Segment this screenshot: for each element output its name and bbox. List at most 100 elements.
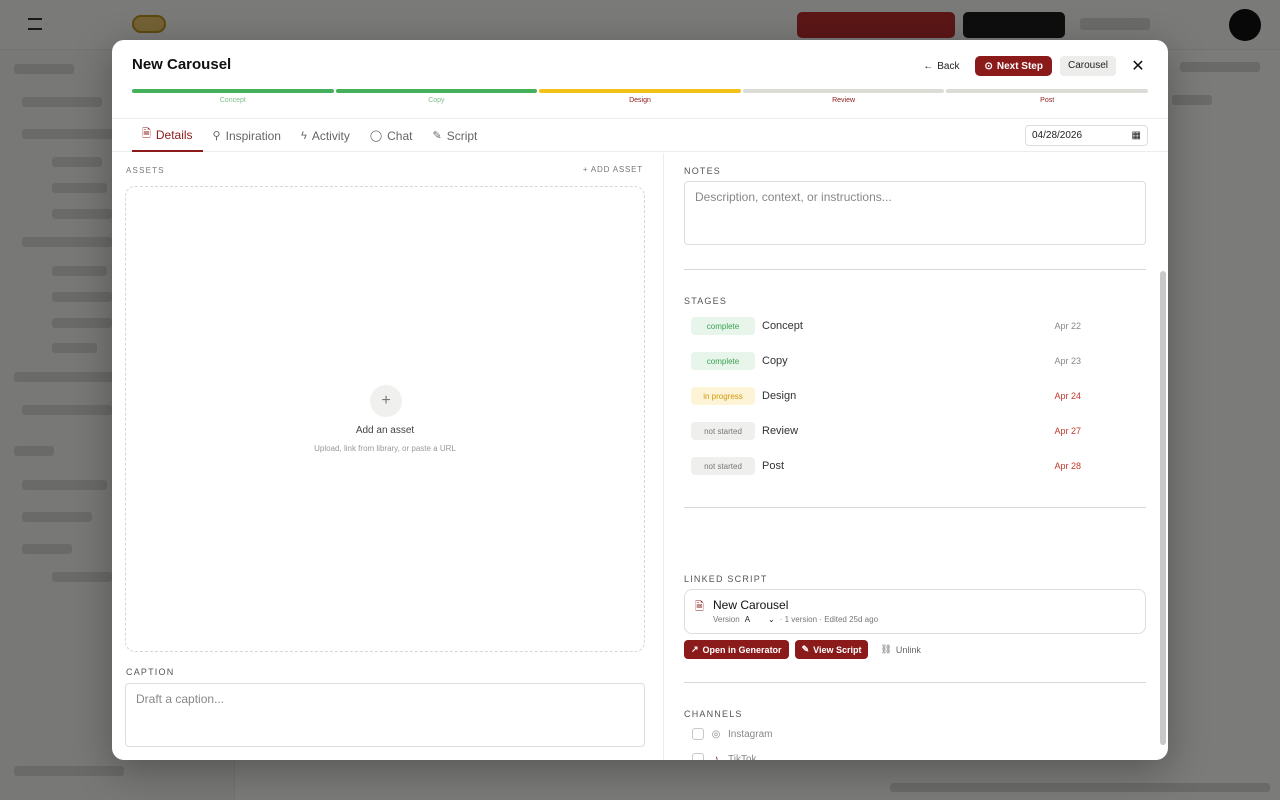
stage-date[interactable]: Apr 27 [1054, 426, 1081, 436]
stage-row[interactable]: complete Copy Apr 23 [691, 351, 1081, 371]
linked-script-label: LINKED SCRIPT [684, 574, 768, 584]
version-value: A [744, 615, 751, 624]
tab-script[interactable]: ✎ Script [423, 119, 488, 152]
progress-step: Review [742, 89, 945, 104]
tab-chat[interactable]: ◯ Chat [360, 119, 423, 152]
channel-label: TikTok [728, 753, 757, 761]
tab-bar: 🗎 Details ⚲ Inspiration ϟ Activity ◯ Chat ✎ Scrip… [112, 118, 1168, 152]
tab-inspiration[interactable]: ⚲ Inspiration [203, 119, 291, 152]
caption-label: CAPTION [126, 667, 175, 677]
version-label: Version [713, 615, 740, 624]
pin-icon: ⚲ [212, 130, 221, 142]
chevron-down-icon: ⌄ [768, 615, 775, 624]
content-modal: New Carousel ← Back ⊙ Next Step Carousel… [112, 40, 1168, 760]
unlink-button[interactable]: ⛓ Unlink [880, 644, 920, 655]
open-in-generator-button[interactable]: ↗ Open in Generator [684, 640, 789, 659]
scrollbar[interactable] [1160, 271, 1166, 745]
linked-script-meta: Version A ⌄ · 1 version · Edited 25d ago [713, 615, 878, 624]
progress-step: Post [946, 89, 1148, 104]
channel-tiktok: ♪ TikTok [692, 753, 757, 760]
tab-label: Chat [387, 128, 413, 143]
modal-actions: ← Back ⊙ Next Step Carousel ✕ [915, 56, 1148, 76]
content-type-tag: Carousel [1059, 56, 1116, 76]
stage-date[interactable]: Apr 24 [1054, 391, 1081, 401]
calendar-icon[interactable]: ▦ [1132, 130, 1141, 141]
stage-row[interactable]: not started Review Apr 27 [691, 421, 1081, 441]
view-script-button[interactable]: ✎ View Script [794, 640, 869, 659]
next-step-label: Next Step [996, 60, 1043, 72]
channel-instagram: ◎ Instagram [692, 728, 772, 740]
document-icon: 🗎 [695, 601, 704, 613]
stage-status-badge[interactable]: complete [691, 317, 755, 335]
caption-input[interactable] [125, 683, 645, 747]
tab-details[interactable]: 🗎 Details [132, 119, 203, 152]
close-icon[interactable]: ✕ [1128, 56, 1148, 76]
notes-label: NOTES [684, 166, 722, 176]
stage-name: Concept [762, 320, 803, 332]
dropzone-title: Add an asset [355, 425, 415, 436]
next-step-button[interactable]: ⊙ Next Step [975, 56, 1052, 76]
progress-step-label: Review [832, 97, 856, 104]
stage-status-badge[interactable]: in progress [691, 387, 755, 405]
plus-icon[interactable]: + [370, 385, 402, 417]
instagram-icon: ◎ [711, 728, 721, 740]
progress-step-label: Post [1040, 97, 1055, 104]
back-button-label: Back [937, 60, 960, 72]
check-circle-icon: ⊙ [984, 60, 993, 72]
pencil-icon: ✎ [432, 130, 442, 142]
link-icon: ⛓ [880, 644, 892, 654]
tab-activity[interactable]: ϟ Activity [291, 119, 360, 152]
add-asset-button[interactable]: + ADD ASSET [583, 165, 643, 174]
tab-label: Activity [311, 128, 350, 143]
back-button[interactable]: ← Back [915, 57, 967, 76]
due-date-input[interactable]: 04/28/2026 ▦ [1025, 125, 1148, 146]
left-panel: ASSETS + ADD ASSET + Add an asset Upload… [112, 153, 664, 760]
progress-step: Copy [335, 89, 538, 104]
stage-row[interactable]: not started Post Apr 28 [691, 456, 1081, 476]
document-icon: 🗎 [142, 128, 151, 140]
channel-checkbox[interactable] [692, 728, 704, 740]
arrow-left-icon: ← [923, 60, 934, 72]
progress-step: Concept [132, 89, 334, 104]
assets-label: ASSETS [126, 166, 165, 175]
tab-label: Inspiration [225, 128, 281, 143]
stage-date[interactable]: Apr 28 [1054, 461, 1081, 471]
stage-date[interactable]: Apr 23 [1054, 356, 1081, 366]
stage-row[interactable]: complete Concept Apr 22 [691, 316, 1081, 336]
stage-row[interactable]: in progress Design Apr 24 [691, 386, 1081, 406]
stage-name: Copy [762, 355, 788, 367]
progress-bar [539, 89, 741, 93]
stage-status-badge[interactable]: complete [691, 352, 755, 370]
channel-label: Instagram [728, 728, 773, 740]
unlink-label: Unlink [895, 644, 921, 655]
progress-bar [946, 89, 1148, 93]
modal-title: New Carousel [132, 56, 232, 73]
progress-bar [742, 89, 945, 93]
chat-icon: ◯ [369, 130, 383, 142]
progress-step-label: Copy [428, 97, 445, 104]
progress-step-label: Design [629, 97, 651, 104]
progress-step: Design [539, 89, 741, 104]
stage-status-badge[interactable]: not started [691, 422, 755, 440]
stage-name: Design [762, 390, 797, 402]
progress-bar [132, 89, 334, 93]
right-panel: NOTES STAGES completeConceptApr 22comple… [665, 153, 1168, 760]
dropzone-subtitle: Upload, link from library, or paste a UR… [314, 444, 456, 453]
linked-script-actions: ↗ Open in Generator ✎ View Script ⛓ Unli… [684, 640, 921, 659]
tiktok-icon: ♪ [713, 753, 719, 761]
divider [684, 269, 1146, 270]
divider [684, 507, 1146, 508]
stage-name: Review [762, 425, 799, 437]
stage-date[interactable]: Apr 22 [1054, 321, 1081, 331]
notes-input[interactable] [684, 181, 1146, 245]
pencil-icon: ✎ [801, 644, 810, 654]
asset-dropzone[interactable]: + Add an asset Upload, link from library… [125, 186, 645, 652]
stage-status-badge[interactable]: not started [691, 457, 755, 475]
version-select[interactable]: A ⌄ [745, 615, 775, 624]
channels-label: CHANNELS [684, 709, 743, 719]
lightning-icon: ϟ [300, 129, 307, 142]
tab-label: Script [446, 128, 478, 143]
open-in-generator-label: Open in Generator [702, 644, 782, 655]
channel-checkbox[interactable] [692, 753, 704, 760]
plus-icon: + [582, 165, 589, 174]
